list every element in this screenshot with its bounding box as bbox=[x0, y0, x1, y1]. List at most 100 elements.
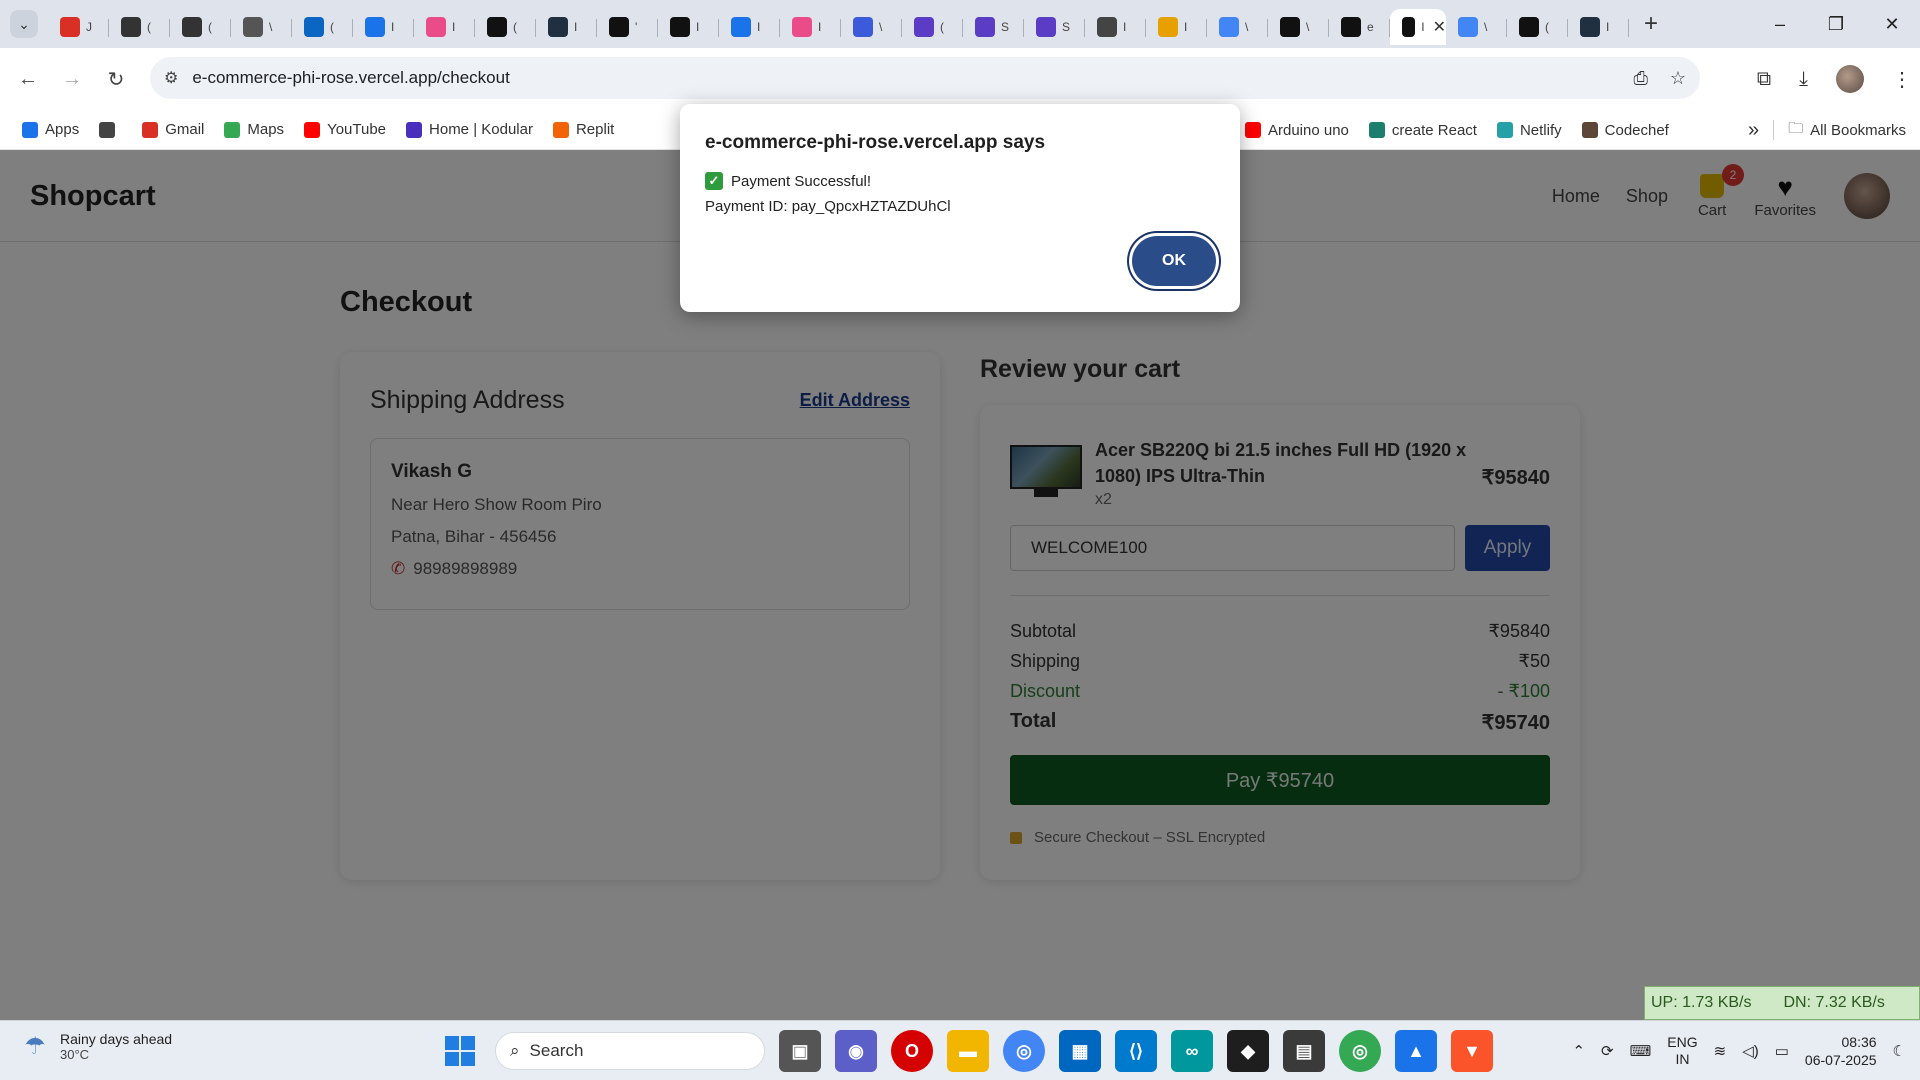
browser-tab[interactable]: ( bbox=[1507, 9, 1568, 45]
browser-tab[interactable]: I bbox=[1146, 9, 1207, 45]
google-icon bbox=[1219, 17, 1239, 37]
browser-tab[interactable]: ( bbox=[475, 9, 536, 45]
language-indicator[interactable]: ENG IN bbox=[1667, 1034, 1697, 1068]
browser-tab[interactable]: e bbox=[1329, 9, 1390, 45]
bookmark-tab-groups[interactable] bbox=[99, 121, 122, 138]
tab-title: I bbox=[574, 20, 578, 34]
photos-icon[interactable]: ▲ bbox=[1395, 1030, 1437, 1072]
browser-tab[interactable]: I bbox=[353, 9, 414, 45]
browser-tab[interactable]: \ bbox=[1207, 9, 1268, 45]
sync-icon[interactable]: ⟳ bbox=[1601, 1042, 1614, 1060]
opera-icon[interactable]: O bbox=[891, 1030, 933, 1072]
all-bookmarks-button[interactable]: 🗀 All Bookmarks bbox=[1788, 118, 1906, 143]
volume-icon[interactable]: ◁) bbox=[1742, 1042, 1759, 1060]
restore-button[interactable]: ❐ bbox=[1808, 0, 1864, 48]
reload-button[interactable]: ↻ bbox=[94, 59, 138, 99]
browser-tab[interactable]: S bbox=[1024, 9, 1085, 45]
bookmark-maps[interactable]: Maps bbox=[224, 121, 284, 138]
browser-tab[interactable]: J bbox=[48, 9, 109, 45]
browser-tab[interactable]: ( bbox=[292, 9, 353, 45]
forward-button[interactable]: → bbox=[50, 59, 94, 99]
dribbble-icon bbox=[426, 17, 446, 37]
arduino-icon[interactable]: ∞ bbox=[1171, 1030, 1213, 1072]
browser-tab[interactable]: I bbox=[1568, 9, 1629, 45]
browser-tab[interactable]: \ bbox=[231, 9, 292, 45]
chrome-profile-icon[interactable]: ◎ bbox=[1339, 1030, 1381, 1072]
weather-widget[interactable]: ☂ Rainy days ahead 30°C bbox=[20, 1031, 172, 1062]
list-icon bbox=[914, 17, 934, 37]
bookmark-apps[interactable]: Apps bbox=[22, 121, 79, 138]
site-info-icon[interactable]: ⚙ bbox=[164, 68, 178, 88]
clock[interactable]: 08:36 06-07-2025 bbox=[1805, 1033, 1877, 1069]
bookmark-youtube[interactable]: YouTube bbox=[304, 121, 386, 138]
tab-search-button[interactable]: ⌄ bbox=[0, 0, 48, 48]
new-tab-button[interactable]: + bbox=[1633, 6, 1669, 42]
browser-tab[interactable]: I bbox=[780, 9, 841, 45]
google-icon bbox=[1458, 17, 1478, 37]
lang-1: ENG bbox=[1667, 1034, 1698, 1050]
vscode-icon[interactable]: ⟨⟩ bbox=[1115, 1030, 1157, 1072]
tab-title: I bbox=[1421, 20, 1425, 34]
microsoft-store-icon[interactable]: ▦ bbox=[1059, 1030, 1101, 1072]
brave-icon[interactable]: ▼ bbox=[1451, 1030, 1493, 1072]
app-icon[interactable]: ▤ bbox=[1283, 1030, 1325, 1072]
close-tab-icon[interactable]: ✕ bbox=[1433, 17, 1446, 37]
browser-tab[interactable]: I bbox=[536, 9, 597, 45]
downloads-icon[interactable]: ⤓ bbox=[1799, 68, 1808, 91]
wifi-icon[interactable]: ≋ bbox=[1714, 1042, 1727, 1060]
bookmark-label: Netlify bbox=[1519, 121, 1562, 139]
keyboard-icon[interactable]: ⌨ bbox=[1630, 1042, 1652, 1060]
bookmark-netlify[interactable]: Netlify bbox=[1496, 121, 1562, 139]
browser-tab[interactable]: I bbox=[719, 9, 780, 45]
browser-tab[interactable]: S bbox=[963, 9, 1024, 45]
bookmark-home-kodular[interactable]: Home | Kodular bbox=[406, 121, 533, 138]
browser-tab[interactable]: I ✕ bbox=[1390, 9, 1446, 45]
browser-tab[interactable]: ( bbox=[109, 9, 170, 45]
more-bookmarks-button[interactable]: » bbox=[1748, 119, 1759, 142]
windows-start-icon[interactable] bbox=[445, 1036, 475, 1066]
menu-icon[interactable]: ⋮ bbox=[1892, 67, 1912, 92]
url-text[interactable]: e-commerce-phi-rose.vercel.app/checkout bbox=[192, 68, 509, 88]
file-explorer-icon[interactable]: ▬ bbox=[947, 1030, 989, 1072]
profile-avatar[interactable] bbox=[1836, 65, 1864, 93]
tab-title: \ bbox=[1245, 20, 1249, 34]
browser-tab[interactable]: ' bbox=[597, 9, 658, 45]
bookmark-star-icon[interactable]: ☆ bbox=[1670, 68, 1686, 89]
taskbar-search[interactable]: ⌕ Search bbox=[495, 1032, 765, 1070]
bookmark-label: Gmail bbox=[165, 121, 205, 138]
extensions-icon[interactable]: ⧉ bbox=[1757, 68, 1771, 91]
check-icon: ✓ bbox=[705, 172, 723, 190]
minimize-button[interactable]: – bbox=[1752, 0, 1808, 48]
browser-tab[interactable]: \ bbox=[841, 9, 902, 45]
browser-tab[interactable]: ( bbox=[902, 9, 963, 45]
figma-icon[interactable]: ◆ bbox=[1227, 1030, 1269, 1072]
tab-title: ( bbox=[940, 20, 944, 34]
battery-icon[interactable]: ▭ bbox=[1775, 1042, 1789, 1060]
browser-tab[interactable]: ( bbox=[170, 9, 231, 45]
close-window-button[interactable]: ✕ bbox=[1864, 0, 1920, 48]
address-bar[interactable]: ⚙ e-commerce-phi-rose.vercel.app/checkou… bbox=[150, 57, 1700, 99]
s-icon bbox=[670, 17, 690, 37]
teams-icon[interactable]: ◉ bbox=[835, 1030, 877, 1072]
browser-tab[interactable]: \ bbox=[1268, 9, 1329, 45]
browser-tab[interactable]: I bbox=[658, 9, 719, 45]
bookmark-create-react[interactable]: create React bbox=[1368, 122, 1477, 139]
bookmark-replit[interactable]: Replit bbox=[552, 121, 614, 138]
tab-strip: ⌄ J((\(I I(I ' I I I \(S S I I \ \ e I ✕ \(I + – ❐ ✕ bbox=[0, 0, 1920, 48]
browser-tab[interactable]: I bbox=[1085, 9, 1146, 45]
moon-icon[interactable]: ☾ bbox=[1893, 1042, 1906, 1060]
bookmark-codechef[interactable]: Codechef bbox=[1581, 122, 1669, 139]
install-app-icon[interactable]: ⎙ bbox=[1633, 68, 1647, 89]
browser-tab[interactable]: I bbox=[414, 9, 475, 45]
chevron-up-icon[interactable]: ⌃ bbox=[1572, 1042, 1585, 1060]
folder-icon: 🗀 bbox=[1788, 119, 1804, 137]
ok-button[interactable]: OK bbox=[1132, 236, 1216, 286]
bookmark-arduino-uno[interactable]: Arduino uno bbox=[1245, 122, 1349, 139]
bookmark-gmail[interactable]: Gmail bbox=[142, 121, 204, 138]
weather-title: Rainy days ahead bbox=[60, 1031, 173, 1047]
browser-tab[interactable]: \ bbox=[1446, 9, 1507, 45]
tab-title: \ bbox=[1484, 20, 1488, 34]
back-button[interactable]: ← bbox=[6, 59, 50, 99]
task-view-icon[interactable]: ▣ bbox=[779, 1030, 821, 1072]
chrome-icon[interactable]: ◎ bbox=[1003, 1030, 1045, 1072]
